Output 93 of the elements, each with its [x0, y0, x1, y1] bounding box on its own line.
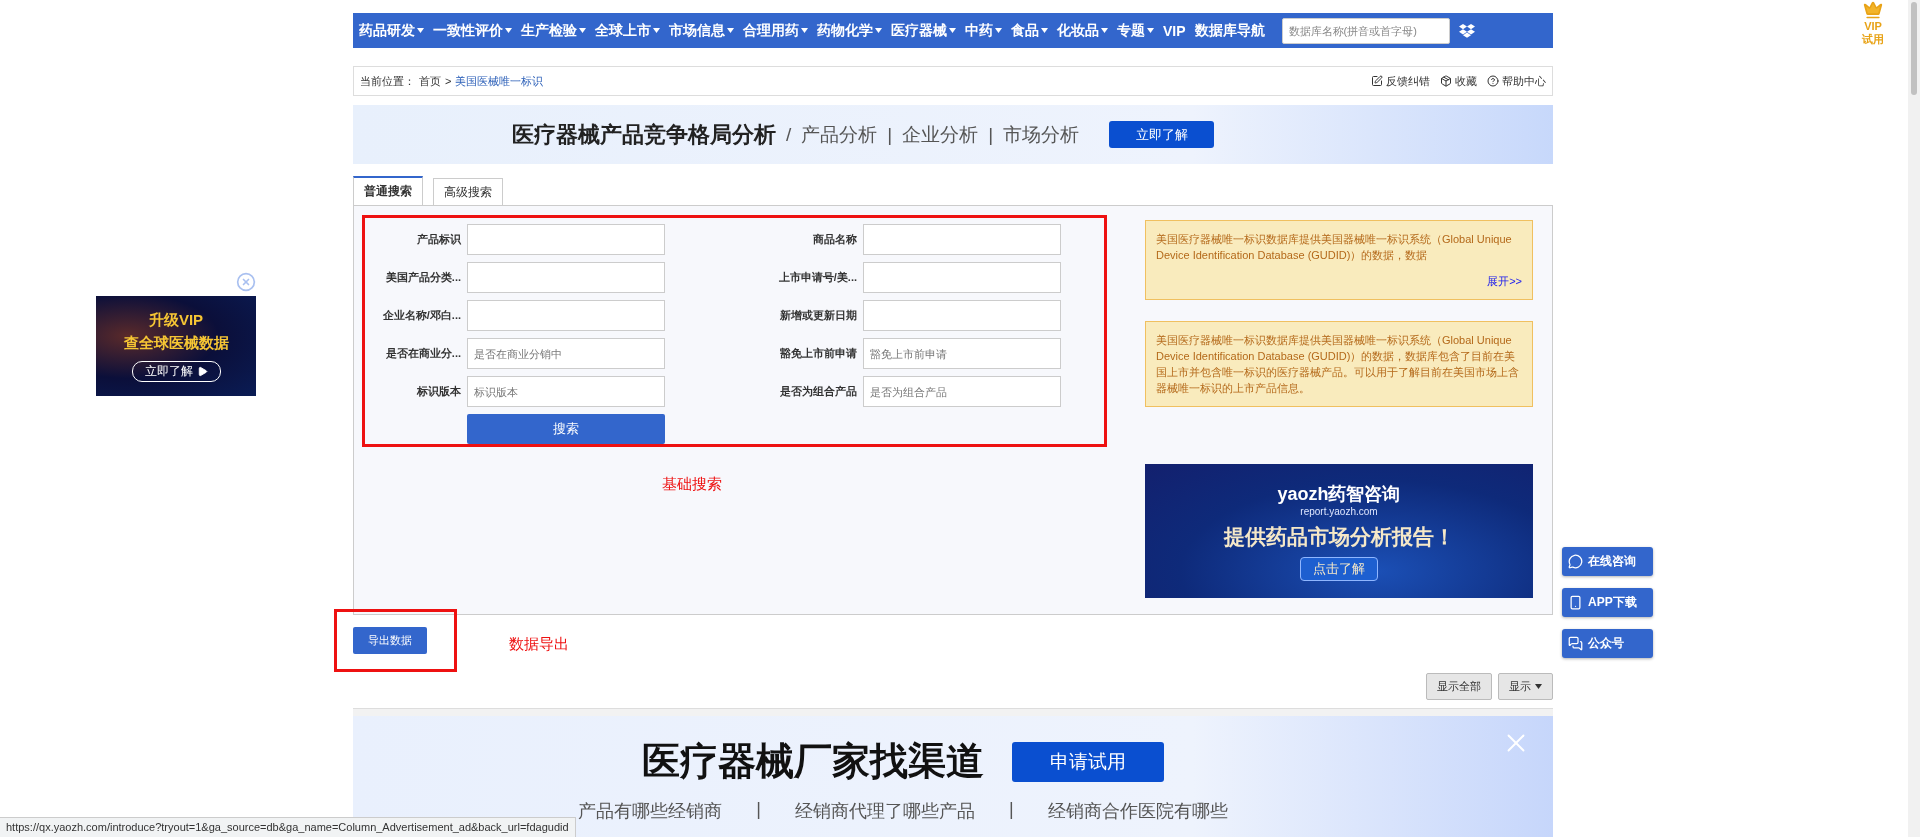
input-field[interactable] — [467, 300, 665, 331]
breadcrumb-label: 当前位置： — [360, 73, 415, 89]
input-field[interactable]: 是否在商业分销中 — [467, 338, 665, 369]
nav-link[interactable]: 一致性评价 — [433, 21, 512, 40]
nav-link[interactable]: 药物化学 — [817, 21, 882, 40]
tab[interactable]: 高级搜索 — [433, 178, 503, 206]
ad-headline: 升级VIP — [148, 310, 204, 330]
nav-link[interactable]: 数据库导航 — [1194, 21, 1265, 40]
banner-text: 企业分析 — [902, 122, 979, 147]
ad-text: | — [1009, 799, 1014, 821]
nav-link[interactable]: 市场信息 — [669, 21, 734, 40]
trial-button[interactable]: 申请试用 — [1012, 741, 1164, 782]
field-label: 商品名称 — [812, 232, 857, 247]
nav-link[interactable]: 生产检验 — [521, 21, 586, 40]
chat-icon — [1568, 554, 1583, 569]
input-field[interactable] — [467, 262, 665, 293]
toolbar-button[interactable]: 显示 — [1498, 673, 1553, 700]
info-text: 美国医疗器械唯一标识数据库提供美国器械唯一标识系统（Global Unique Device Identification Database (GUDID)）的数据，数据库包含了目前在美国上市并包含唯一标识的医疗器械产品。可以用于了解目前在美国市场上含器械唯一标识的上市产品信息。 — [1156, 333, 1520, 396]
search-field[interactable]: 数据库名称(拼音或首字母) — [1281, 17, 1450, 44]
breadcrumb-link[interactable]: 美国医械唯一标识 — [455, 73, 544, 89]
phone-icon — [1568, 595, 1583, 610]
input-field[interactable] — [467, 224, 665, 255]
banner-text: 市场分析 — [1003, 122, 1080, 147]
box-icon[interactable] — [1458, 23, 1475, 38]
info-text: 美国医疗器械唯一标识数据库提供美国器械唯一标识系统（Global Unique Device Identification Database (GUDID)）的数据，数据 — [1156, 232, 1513, 263]
nav-link[interactable]: 中药 — [965, 21, 1002, 40]
field-label: 新增或更新日期 — [779, 308, 857, 323]
nav-link[interactable]: 化妆品 — [1057, 21, 1108, 40]
input-field[interactable]: 标识版本 — [467, 376, 665, 407]
ad-logo-text: yaozh药智咨询 — [1277, 482, 1401, 506]
ad-headline: 医疗器械厂家找渠道 — [642, 739, 984, 784]
ad-text: 经销商代理了哪些产品 — [795, 800, 975, 823]
ad-text: 产品有哪些经销商 — [578, 800, 723, 823]
toolbar-link[interactable]: 反馈纠错 — [1371, 73, 1430, 89]
ad-logo-subtext: report.yaozh.com — [1300, 505, 1378, 517]
status-bar-url: https://qx.yaozh.com/introduce?tryout=1&ga_source=db&ga_name=Column_Advertisement_ad&back_url=fdagudid — [0, 817, 576, 837]
learn-more-button[interactable]: 立即了解 — [1109, 121, 1215, 148]
search-button[interactable]: 搜索 — [467, 414, 665, 444]
nav-link[interactable]: 合理用药 — [743, 21, 808, 40]
annotation-text: 数据导出 — [509, 634, 569, 654]
toolbar-button[interactable]: 显示全部 — [1426, 673, 1492, 700]
input-field[interactable] — [863, 300, 1061, 331]
ad-text: | — [756, 799, 761, 821]
export-button[interactable]: 导出数据 — [353, 626, 427, 654]
ad-headline: 查全球医械数据 — [123, 333, 229, 353]
input-field[interactable]: 是否为组合产品 — [863, 376, 1061, 407]
promo-banner[interactable]: 医疗器械产品竞争格局分析 / 产品分析 | 企业分析 | 市场分析 立即了解 — [353, 105, 1553, 164]
close-icon[interactable] — [236, 272, 256, 292]
field-label: 是否在商业分... — [384, 346, 461, 361]
help-icon — [1487, 75, 1499, 87]
field-label: 标识版本 — [416, 384, 461, 399]
field-label: 豁免上市前申请 — [779, 346, 857, 361]
nav-link[interactable]: 医疗器械 — [891, 21, 956, 40]
nav-link[interactable]: VIP — [1163, 22, 1186, 39]
nav-link[interactable]: 专题 — [1117, 21, 1154, 40]
banner-text: | — [887, 123, 893, 146]
banner-title: 医疗器械产品竞争格局分析 — [511, 120, 776, 149]
toolbar-link[interactable]: 收藏 — [1440, 73, 1477, 89]
ad-banner[interactable]: 升级VIP 查全球医械数据 立即了解 — [96, 296, 256, 396]
float-button[interactable]: APP下载 — [1562, 588, 1653, 617]
expand-link[interactable]: 展开>> — [1487, 273, 1522, 289]
crown-icon — [1863, 0, 1883, 20]
nav-link[interactable]: 药品研发 — [359, 21, 424, 40]
ad-button[interactable]: 立即了解 — [131, 360, 221, 382]
nav-link[interactable]: 食品 — [1011, 21, 1048, 40]
play-icon — [196, 365, 208, 377]
toolbar-link[interactable]: 帮助中心 — [1487, 73, 1546, 89]
input-field[interactable]: 豁免上市前申请 — [863, 338, 1061, 369]
tab[interactable]: 普通搜索 — [353, 176, 423, 206]
breadcrumb-separator: > — [445, 75, 452, 87]
ad-banner[interactable]: yaozh药智咨询 report.yaozh.com 提供药品市场分析报告！ 点击了解 — [1145, 464, 1533, 598]
field-label: 产品标识 — [416, 232, 461, 247]
input-field[interactable] — [863, 224, 1061, 255]
ad-text: 经销商合作医院有哪些 — [1047, 800, 1228, 823]
chat-bubbles-icon — [1568, 636, 1583, 651]
ad-button[interactable]: 点击了解 — [1300, 556, 1378, 581]
float-button[interactable]: 公众号 — [1562, 629, 1653, 658]
ad-headline: 提供药品市场分析报告！ — [1223, 523, 1455, 550]
field-label: 企业名称/邓白... — [381, 308, 461, 323]
edit-icon — [1371, 75, 1383, 87]
banner-text: 产品分析 — [801, 122, 878, 147]
field-label: 是否为组合产品 — [779, 384, 857, 399]
banner-text: | — [988, 123, 994, 146]
banner-text: / — [785, 123, 792, 146]
float-button[interactable]: 在线咨询 — [1562, 547, 1653, 576]
box-icon — [1440, 75, 1452, 87]
scrollbar[interactable] — [1908, 0, 1920, 837]
field-label: 上市申请号/美... — [777, 270, 857, 285]
input-field[interactable] — [863, 262, 1061, 293]
breadcrumb-link[interactable]: 首页 — [419, 73, 441, 89]
field-label: 美国产品分类... — [384, 270, 461, 285]
annotation-text: 基础搜索 — [662, 475, 722, 492]
nav-link[interactable]: 全球上市 — [595, 21, 660, 40]
